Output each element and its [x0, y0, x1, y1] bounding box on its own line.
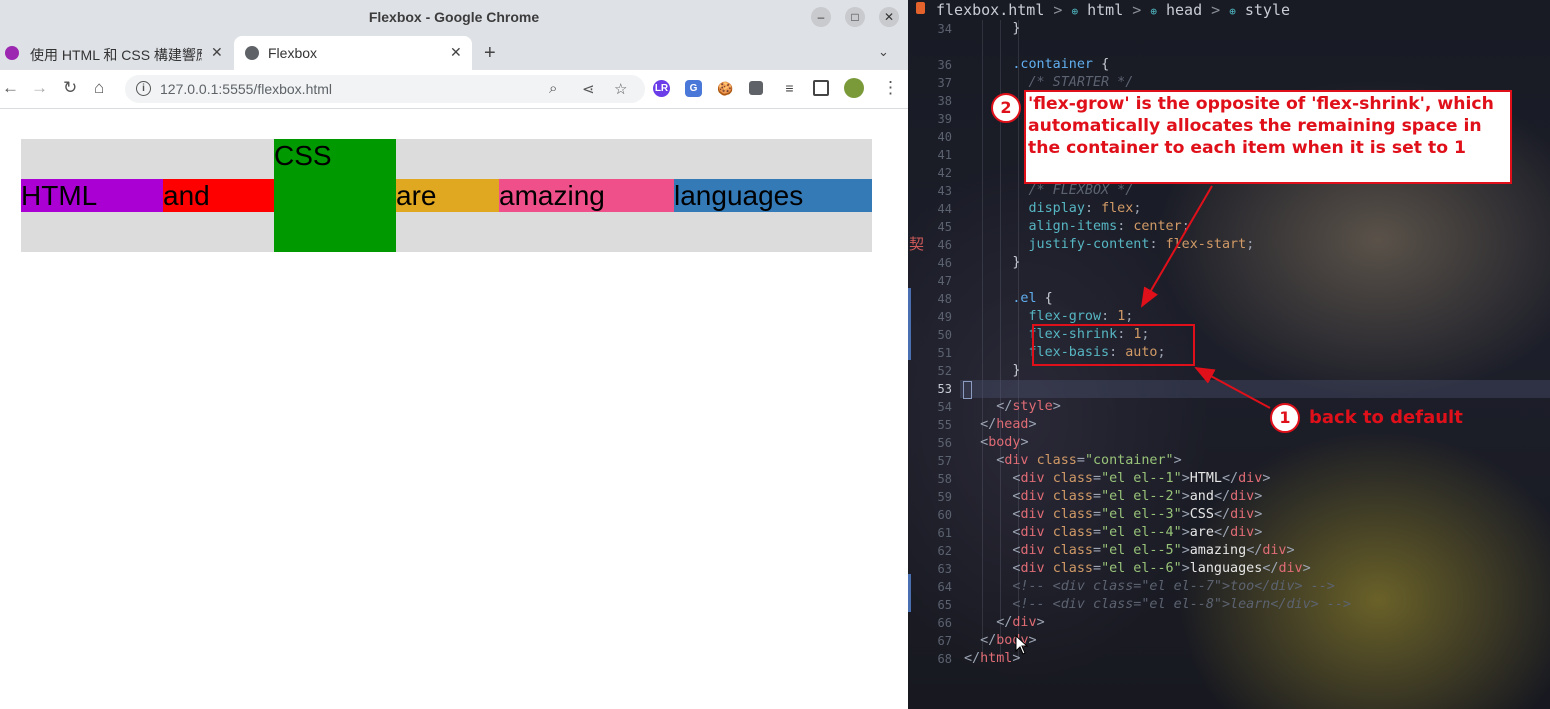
arrow-to-highlight-box	[1194, 367, 1271, 409]
arrow-to-flex-grow	[1140, 185, 1213, 308]
annotation-arrows	[1140, 185, 1271, 409]
mouse-pointer-icon	[1015, 635, 1029, 655]
